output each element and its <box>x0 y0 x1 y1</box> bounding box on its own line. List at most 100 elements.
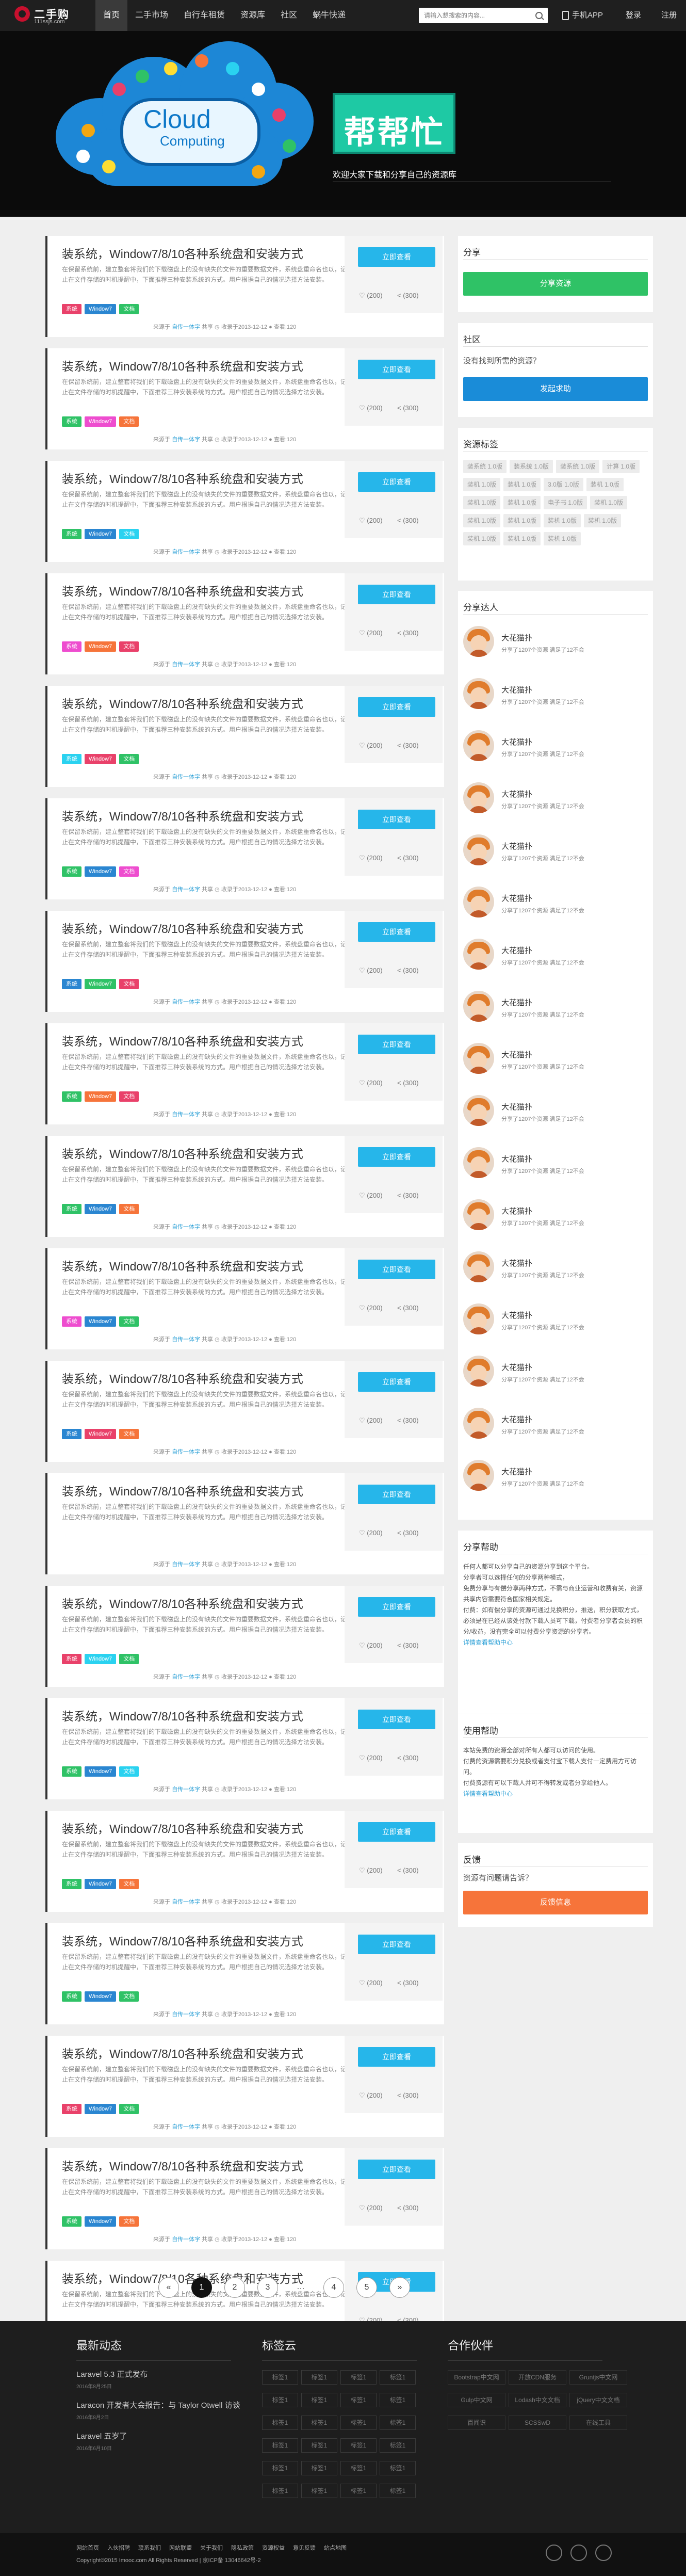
partner-link[interactable]: 在线工具 <box>569 2416 627 2430</box>
resource-title[interactable]: 装系统，Window7/8/10各种系统盘和安装方式 <box>62 694 303 712</box>
nav-express[interactable]: 蜗牛快递 <box>305 0 353 31</box>
share-count[interactable]: < (300) <box>397 1304 419 1312</box>
resource-tag-chip[interactable]: 装系统 1.0版 <box>510 460 553 473</box>
meta-author-link[interactable]: 自传一体字 <box>172 1224 200 1230</box>
view-now-button[interactable]: 立即查看 <box>358 1710 435 1729</box>
view-now-button[interactable]: 立即查看 <box>358 2047 435 2067</box>
resource-title[interactable]: 装系统，Window7/8/10各种系统盘和安装方式 <box>62 2156 303 2174</box>
sharer-item[interactable]: 大花猫扑 分享了1207个资源 满足了12不会 <box>463 1300 648 1337</box>
sharer-item[interactable]: 大花猫扑 分享了1207个资源 满足了12不会 <box>463 1092 648 1128</box>
footer-tag[interactable]: 标签1 <box>301 2438 337 2453</box>
view-now-button[interactable]: 立即查看 <box>358 1260 435 1279</box>
resource-tag[interactable]: 系统 <box>62 1766 81 1777</box>
resource-tag-chip[interactable]: 装系统 1.0版 <box>463 460 507 473</box>
footer-link[interactable]: 网站联盟 <box>169 2543 192 2552</box>
like-count[interactable]: ♡ (200) <box>359 1754 383 1762</box>
resource-tag[interactable]: 系统 <box>62 304 81 314</box>
view-now-button[interactable]: 立即查看 <box>358 922 435 942</box>
resource-tag[interactable]: Window7 <box>85 641 117 652</box>
like-count[interactable]: ♡ (200) <box>359 2091 383 2100</box>
partner-link[interactable]: Gruntjs中文网 <box>569 2370 627 2385</box>
page-5-button[interactable]: 5 <box>356 2277 377 2298</box>
resource-tag[interactable]: 文档 <box>119 1316 139 1327</box>
sharer-item[interactable]: 大花猫扑 分享了1207个资源 满足了12不会 <box>463 1144 648 1180</box>
page-1-button[interactable]: 1 <box>191 2277 212 2298</box>
resource-title[interactable]: 装系统，Window7/8/10各种系统盘和安装方式 <box>62 1594 303 1612</box>
footer-tag[interactable]: 标签1 <box>340 2438 377 2453</box>
prev-page-button[interactable]: « <box>158 2277 179 2298</box>
resource-tag-chip[interactable]: 装机 1.0版 <box>544 514 581 527</box>
sharer-item[interactable]: 大花猫扑 分享了1207个资源 满足了12不会 <box>463 1457 648 1493</box>
sharer-item[interactable]: 大花猫扑 分享了1207个资源 满足了12不会 <box>463 936 648 972</box>
resource-title[interactable]: 装系统，Window7/8/10各种系统盘和安装方式 <box>62 1032 303 1049</box>
partner-link[interactable]: 开放CDN服务 <box>509 2370 566 2385</box>
like-count[interactable]: ♡ (200) <box>359 2204 383 2212</box>
resource-tag[interactable]: 文档 <box>119 2216 139 2227</box>
nav-community[interactable]: 社区 <box>273 0 305 31</box>
like-count[interactable]: ♡ (200) <box>359 854 383 862</box>
sharer-item[interactable]: 大花猫扑 分享了1207个资源 满足了12不会 <box>463 1248 648 1284</box>
resource-tag[interactable]: 系统 <box>62 1879 81 1889</box>
news-item[interactable]: Laracon 开发者大会报告：与 Taylor Otwell 访谈 2016年8… <box>76 2401 241 2423</box>
resource-tag[interactable]: Window7 <box>85 1204 117 1214</box>
resource-title[interactable]: 装系统，Window7/8/10各种系统盘和安装方式 <box>62 1819 303 1837</box>
like-count[interactable]: ♡ (200) <box>359 1079 383 1087</box>
view-now-button[interactable]: 立即查看 <box>358 1597 435 1617</box>
resource-title[interactable]: 装系统，Window7/8/10各种系统盘和安装方式 <box>62 1482 303 1499</box>
nav-home[interactable]: 首页 <box>95 0 128 31</box>
mobile-app-link[interactable]: 手机APP <box>562 0 603 31</box>
resource-tag-chip[interactable]: 3.0版 1.0版 <box>544 478 583 491</box>
meta-author-link[interactable]: 自传一体字 <box>172 1337 200 1343</box>
resource-tag[interactable]: Window7 <box>85 529 117 539</box>
like-count[interactable]: ♡ (200) <box>359 1641 383 1650</box>
resource-tag[interactable]: 文档 <box>119 1429 139 1439</box>
footer-tag[interactable]: 标签1 <box>340 2484 377 2498</box>
help-center-link[interactable]: 详情查看帮助中心 <box>463 1637 648 1648</box>
page-2-button[interactable]: 2 <box>224 2277 245 2298</box>
share-count[interactable]: < (300) <box>397 742 419 749</box>
resource-tag[interactable]: 系统 <box>62 1654 81 1664</box>
resource-tag[interactable]: Window7 <box>85 1316 117 1327</box>
footer-link[interactable]: 网站首页 <box>76 2543 99 2552</box>
like-count[interactable]: ♡ (200) <box>359 1979 383 1987</box>
like-count[interactable]: ♡ (200) <box>359 1416 383 1425</box>
share-count[interactable]: < (300) <box>397 404 419 412</box>
resource-tag[interactable]: Window7 <box>85 1091 117 1102</box>
feedback-button[interactable]: 反馈信息 <box>463 1891 648 1914</box>
partner-link[interactable]: SCSSwD <box>509 2416 566 2430</box>
view-now-button[interactable]: 立即查看 <box>358 1935 435 1954</box>
view-now-button[interactable]: 立即查看 <box>358 810 435 829</box>
login-link[interactable]: 登录 <box>626 0 641 31</box>
view-now-button[interactable]: 立即查看 <box>358 1822 435 1842</box>
resource-tag[interactable]: 文档 <box>119 866 139 877</box>
share-count[interactable]: < (300) <box>397 1866 419 1874</box>
like-count[interactable]: ♡ (200) <box>359 1866 383 1875</box>
footer-tag[interactable]: 标签1 <box>262 2370 298 2385</box>
resource-tag-chip[interactable]: 装机 1.0版 <box>463 532 501 545</box>
wechat-icon[interactable] <box>595 2545 612 2561</box>
resource-title[interactable]: 装系统，Window7/8/10各种系统盘和安装方式 <box>62 2044 303 2062</box>
footer-link[interactable]: 资源权益 <box>262 2543 285 2552</box>
resource-tag-chip[interactable]: 装机 1.0版 <box>503 496 541 509</box>
footer-tag[interactable]: 标签1 <box>262 2416 298 2430</box>
search-input[interactable] <box>419 8 532 23</box>
nav-resources[interactable]: 资源库 <box>233 0 273 31</box>
resource-tag[interactable]: 文档 <box>119 1654 139 1664</box>
footer-tag[interactable]: 标签1 <box>301 2484 337 2498</box>
resource-tag[interactable]: Window7 <box>85 1429 117 1439</box>
share-count[interactable]: < (300) <box>397 292 419 299</box>
footer-link[interactable]: 意见反馈 <box>293 2543 316 2552</box>
share-count[interactable]: < (300) <box>397 1192 419 1199</box>
meta-author-link[interactable]: 自传一体字 <box>172 1112 200 1118</box>
view-now-button[interactable]: 立即查看 <box>358 1035 435 1054</box>
resource-title[interactable]: 装系统，Window7/8/10各种系统盘和安装方式 <box>62 357 303 374</box>
view-now-button[interactable]: 立即查看 <box>358 1147 435 1167</box>
meta-author-link[interactable]: 自传一体字 <box>172 1674 200 1680</box>
like-count[interactable]: ♡ (200) <box>359 517 383 525</box>
meta-author-link[interactable]: 自传一体字 <box>172 1449 200 1455</box>
resource-tag[interactable]: 文档 <box>119 2104 139 2114</box>
resource-tag-chip[interactable]: 计算 1.0版 <box>602 460 640 473</box>
share-count[interactable]: < (300) <box>397 967 419 974</box>
nav-bike-rental[interactable]: 自行车租赁 <box>176 0 233 31</box>
resource-title[interactable]: 装系统，Window7/8/10各种系统盘和安装方式 <box>62 582 303 599</box>
